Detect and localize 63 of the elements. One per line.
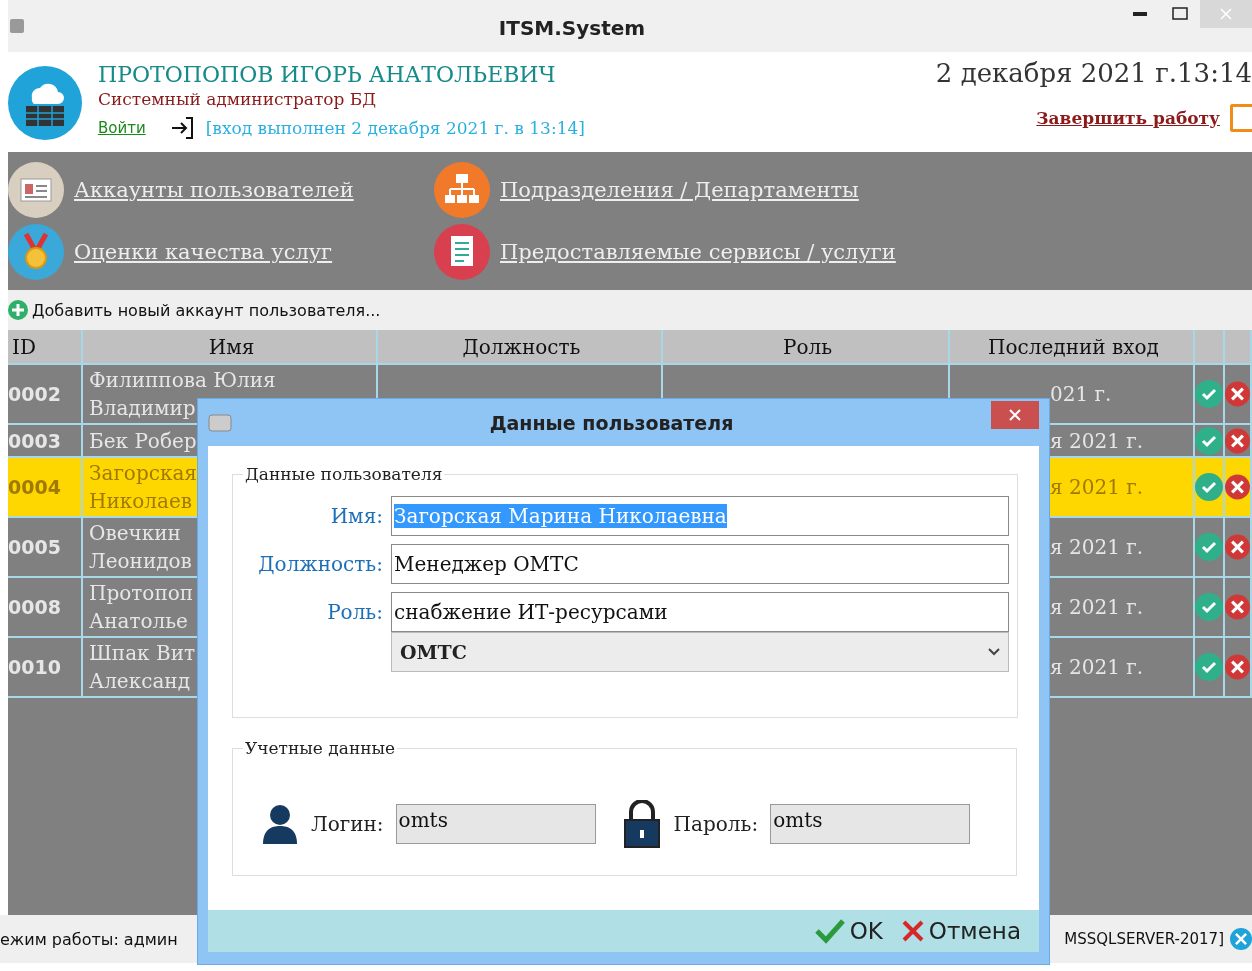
column-header: Роль: [663, 330, 950, 363]
input-field[interactable]: Менеджер ОМТС: [391, 544, 1009, 584]
table-cell: 0010: [8, 638, 83, 696]
exit-icon[interactable]: [1230, 104, 1252, 132]
check-icon[interactable]: [1195, 593, 1223, 621]
input-field[interactable]: omts: [395, 804, 596, 844]
table-cell: 0008: [8, 578, 83, 636]
sign-in-icon: [169, 115, 196, 141]
table-cell: 0002: [8, 365, 83, 423]
cloud-server-icon: [8, 66, 82, 140]
delete-icon[interactable]: [1225, 653, 1250, 681]
minimize-icon: [1133, 12, 1147, 16]
table-cell: 0003: [8, 425, 83, 456]
close-button[interactable]: [991, 401, 1039, 429]
medal-icon: [8, 224, 64, 280]
user-role: Системный администратор БД: [98, 89, 378, 109]
table-cell: 0004: [8, 458, 83, 516]
check-icon[interactable]: [1195, 533, 1223, 561]
close-icon: [1009, 409, 1021, 421]
user-name: ПРОТОПОПОВ ИГОРЬ АНАТОЛЬЕВИЧ: [98, 62, 557, 87]
add-icon: [8, 300, 28, 320]
document-icon: [434, 224, 490, 280]
ok-button[interactable]: OK: [813, 918, 883, 944]
date-time: 2 декабря 2021 г.13:14: [935, 58, 1252, 88]
field-label: Логин:: [311, 812, 384, 836]
delete-icon[interactable]: [1225, 533, 1250, 561]
field-label: Пароль:: [673, 812, 759, 836]
check-icon[interactable]: [1195, 653, 1223, 681]
login-info: [вход выполнен 2 декабря 2021 г. в 13:14]: [205, 118, 585, 138]
login-link[interactable]: Войти: [98, 119, 146, 137]
chevron-icon: [988, 648, 1000, 656]
window-title: ITSM.System: [497, 15, 647, 40]
status-server: MSSQLSERVER-2017]: [1064, 930, 1224, 948]
group-title: Учетные данные: [244, 738, 397, 758]
column-header: Должность: [378, 330, 663, 363]
input-field[interactable]: снабжение ИТ-ресурсами: [391, 592, 1009, 632]
table-cell: 0005: [8, 518, 83, 576]
close-icon: [1219, 7, 1233, 21]
org-chart-icon: [434, 162, 490, 218]
department-dropdown[interactable]: ОМТС: [391, 632, 1009, 672]
check-icon: [813, 918, 846, 944]
delete-icon[interactable]: [1225, 380, 1250, 408]
column-header: Имя: [83, 330, 378, 363]
dialog-title: Данные пользователя: [488, 411, 735, 434]
maximize-icon: [1172, 7, 1188, 21]
cancel-button[interactable]: Отмена: [900, 918, 1021, 944]
delete-icon[interactable]: [1225, 426, 1250, 455]
status-mode: ежим работы: админ: [0, 929, 178, 949]
delete-icon[interactable]: [1225, 593, 1250, 621]
logout-link[interactable]: Завершить работу: [1036, 108, 1220, 128]
delete-icon[interactable]: [1225, 473, 1250, 501]
app-icon: [208, 411, 232, 434]
cross-icon: [900, 919, 925, 943]
column-header: ID: [8, 330, 83, 363]
app-icon: [10, 19, 24, 33]
check-icon[interactable]: [1195, 380, 1223, 408]
lock-icon: [623, 800, 660, 848]
add-account-button[interactable]: Добавить новый аккаунт пользователя...: [32, 300, 381, 320]
column-header: Последний вход: [950, 330, 1195, 363]
user-icon: [263, 804, 297, 844]
check-icon[interactable]: [1195, 473, 1223, 501]
input-field[interactable]: omts: [770, 804, 971, 844]
check-icon[interactable]: [1195, 426, 1223, 455]
